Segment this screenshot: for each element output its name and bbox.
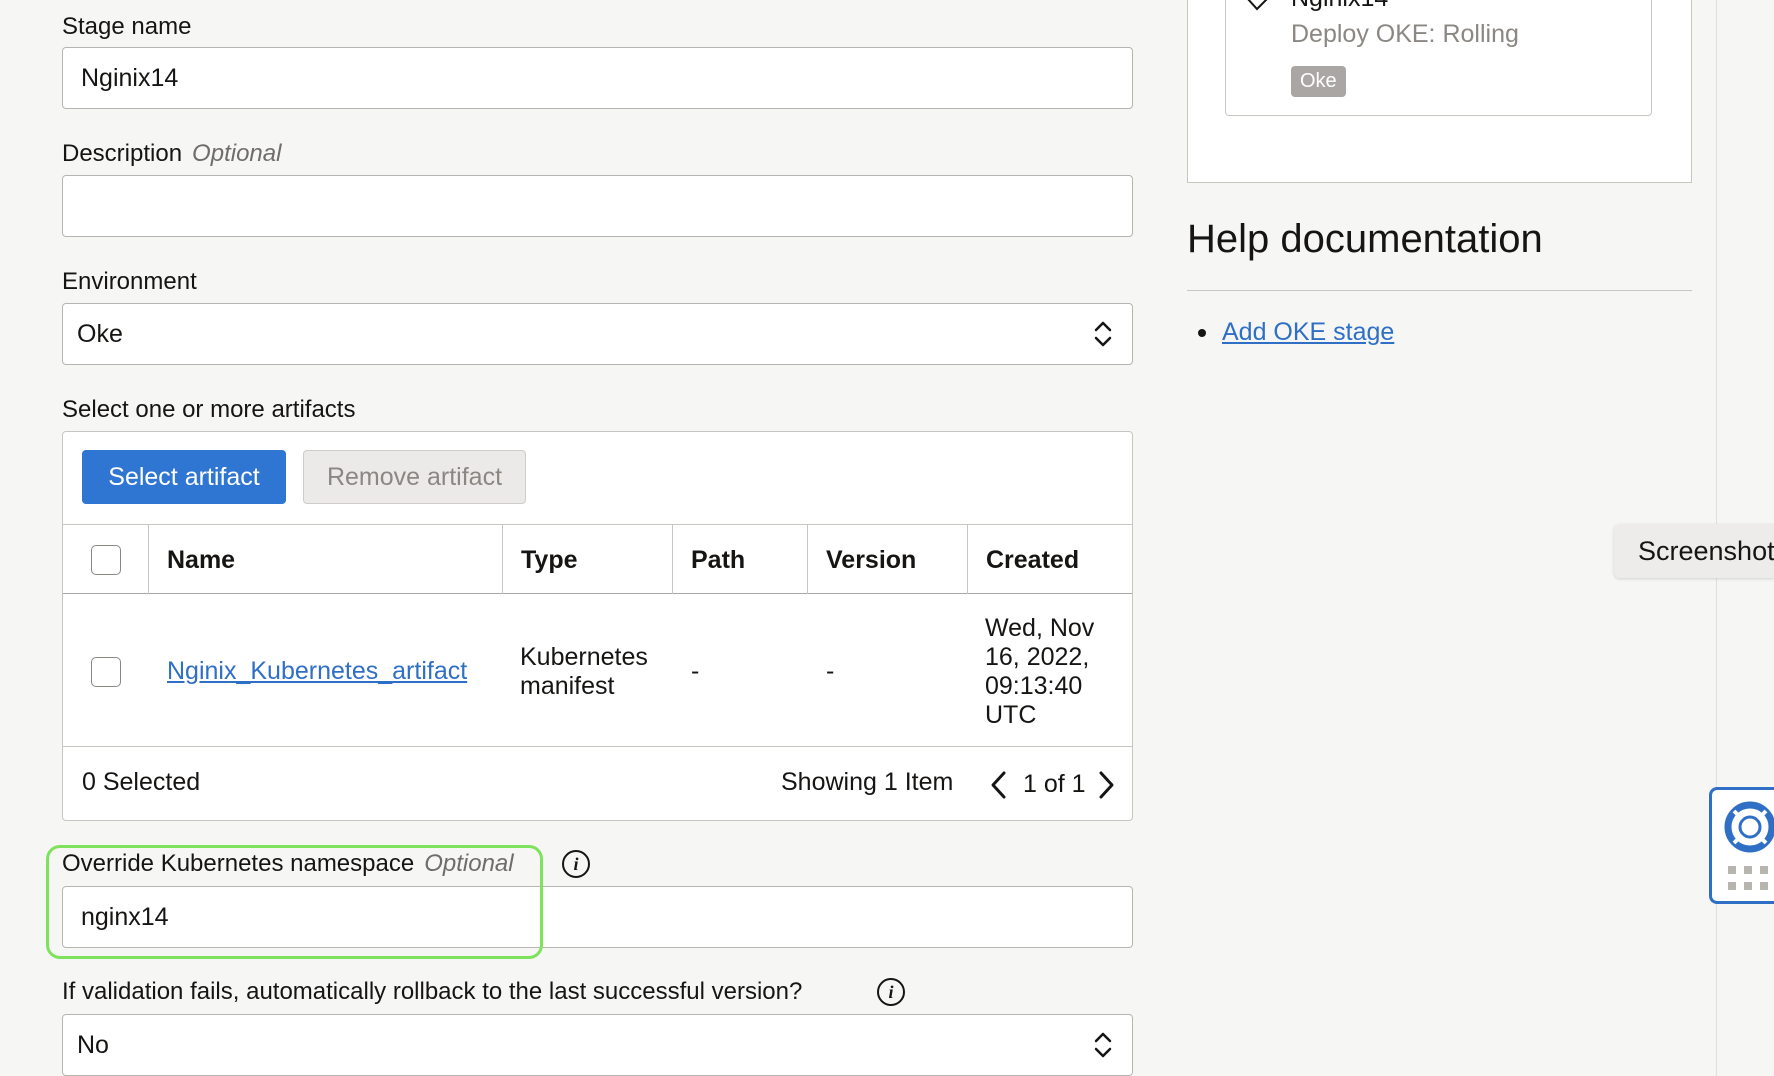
prev-page-icon[interactable] <box>989 770 1009 800</box>
next-page-icon[interactable] <box>1096 770 1116 800</box>
add-oke-stage-link[interactable]: Add OKE stage <box>1222 318 1394 347</box>
artifact-type: Kubernetes manifest <box>520 643 648 700</box>
bullet-icon <box>1198 328 1206 337</box>
rollback-value: No <box>77 1030 109 1059</box>
column-header-version[interactable]: Version <box>826 546 916 575</box>
artifact-name-link[interactable]: Nginix_Kubernetes_artifact <box>167 657 467 686</box>
column-header-type[interactable]: Type <box>521 546 578 575</box>
info-icon[interactable]: i <box>877 978 905 1006</box>
select-all-checkbox[interactable] <box>91 545 121 575</box>
stage-badge: Oke <box>1291 66 1346 97</box>
help-title: Help documentation <box>1187 217 1543 261</box>
column-header-path[interactable]: Path <box>691 546 745 575</box>
table-header-border <box>63 593 1132 594</box>
stage-node-icon <box>1247 0 1268 11</box>
environment-label: Environment <box>62 268 197 295</box>
help-list-item: Add OKE stage <box>1198 318 1394 347</box>
grip-icon[interactable] <box>1728 866 1774 892</box>
remove-artifact-button[interactable]: Remove artifact <box>303 450 526 504</box>
row-checkbox[interactable] <box>91 657 121 687</box>
select-artifact-button[interactable]: Select artifact <box>82 450 286 504</box>
select-arrows-icon <box>1094 321 1112 347</box>
help-widget[interactable] <box>1709 787 1774 904</box>
pagination-label: 1 of 1 <box>1023 770 1086 798</box>
highlight-annotation <box>46 845 543 959</box>
info-icon[interactable]: i <box>562 850 590 878</box>
artifact-created: Wed, Nov 16, 2022, 09:13:40 UTC <box>985 614 1095 729</box>
showing-count: Showing 1 Item <box>781 768 954 796</box>
table-top-border <box>63 524 1132 525</box>
stage-name-label: Stage name <box>62 13 192 40</box>
environment-select[interactable]: Oke <box>62 303 1133 365</box>
artifact-version: - <box>826 657 835 685</box>
optional-tag: Optional <box>192 140 282 167</box>
stage-card[interactable]: Nginix14 Deploy OKE: Rolling Oke <box>1225 0 1652 116</box>
selected-count: 0 Selected <box>82 768 201 796</box>
screenshot-tab[interactable]: Screenshot <box>1614 524 1774 578</box>
table-footer-border <box>63 746 1132 747</box>
environment-value: Oke <box>77 319 123 348</box>
column-header-name[interactable]: Name <box>167 546 235 575</box>
select-arrows-icon <box>1094 1032 1112 1058</box>
stage-title: Nginix14 <box>1291 0 1388 13</box>
stage-preview-panel: Nginix14 Deploy OKE: Rolling Oke <box>1187 0 1692 183</box>
artifacts-panel: Select artifact Remove artifact Name Typ… <box>62 431 1133 821</box>
description-label: Description Optional <box>62 140 282 167</box>
rollback-select[interactable]: No <box>62 1014 1133 1076</box>
description-input[interactable] <box>62 175 1133 237</box>
stage-name-value: Nginix14 <box>81 63 179 92</box>
stage-name-input[interactable]: Nginix14 <box>62 47 1133 109</box>
stage-subtitle: Deploy OKE: Rolling <box>1291 20 1519 48</box>
rollback-label: If validation fails, automatically rollb… <box>62 978 803 1005</box>
help-divider <box>1187 290 1692 291</box>
artifact-path: - <box>691 657 700 685</box>
lifebuoy-icon <box>1724 801 1774 853</box>
artifacts-label: Select one or more artifacts <box>62 396 356 423</box>
column-header-created[interactable]: Created <box>986 546 1079 575</box>
